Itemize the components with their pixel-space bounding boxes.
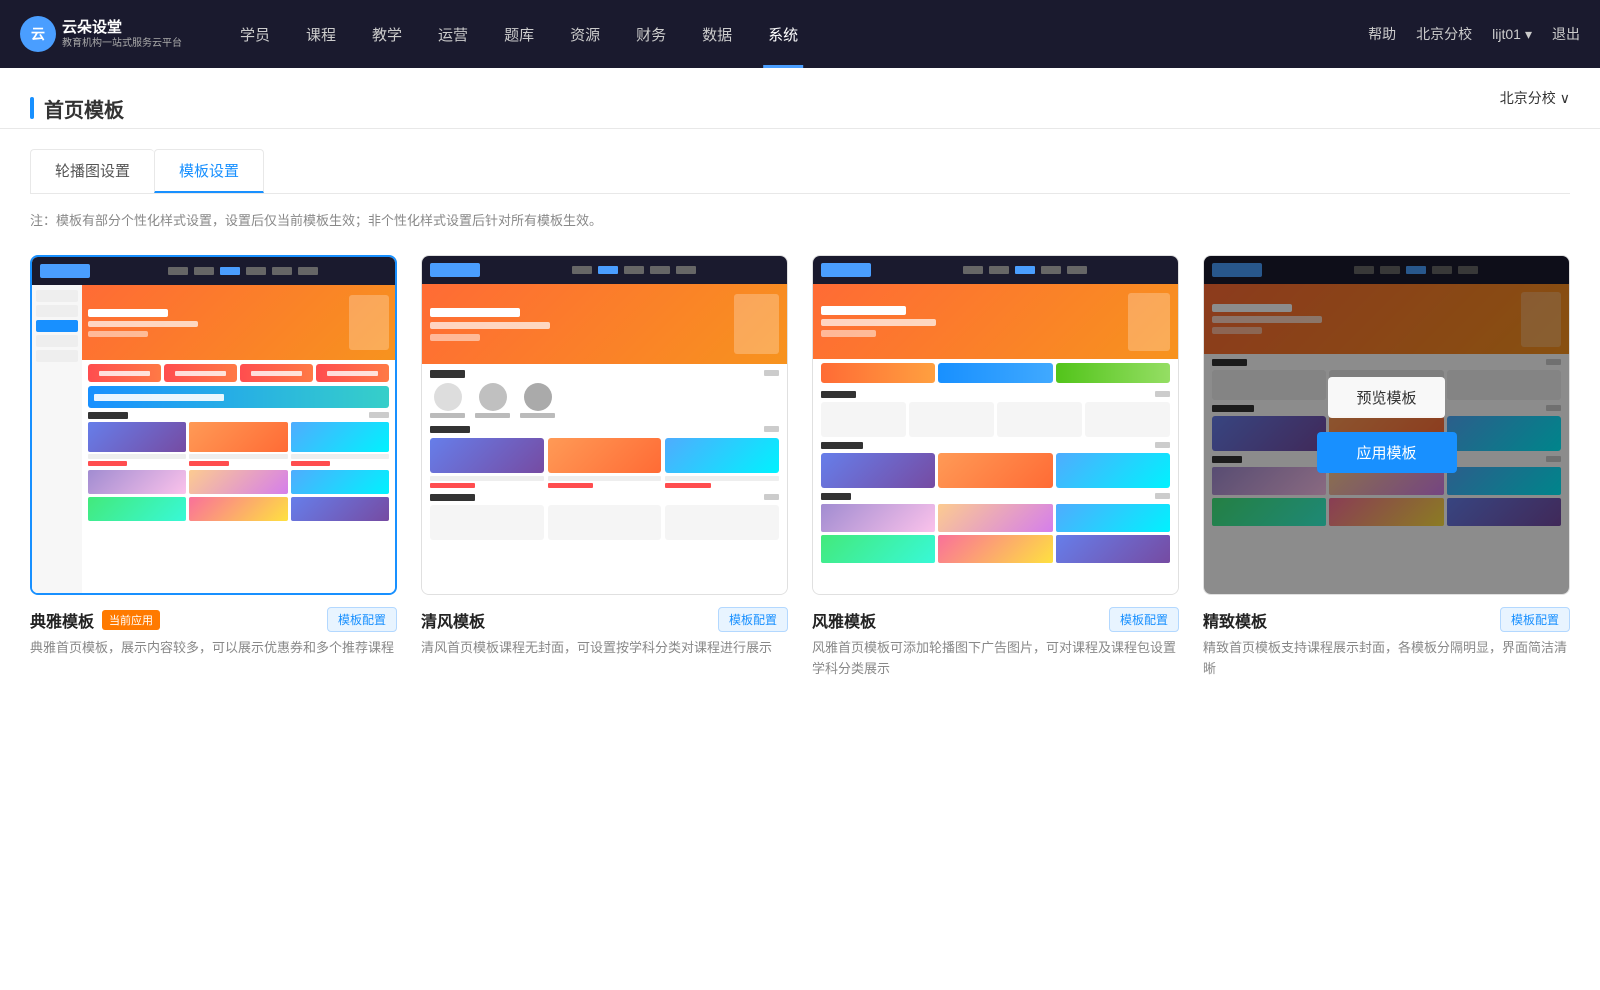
nav-item-teaching[interactable]: 教学 bbox=[354, 0, 420, 68]
nav-item-resources[interactable]: 资源 bbox=[552, 0, 618, 68]
badge-config-graceful[interactable]: 模板配置 bbox=[1109, 607, 1179, 632]
card-preview-graceful[interactable]: 预览模板 应用模板 bbox=[812, 255, 1179, 595]
nav-item-operations[interactable]: 运营 bbox=[420, 0, 486, 68]
card-title-row-exquisite: 精致模板 模板配置 bbox=[1203, 607, 1570, 632]
nav-item-students[interactable]: 学员 bbox=[222, 0, 288, 68]
card-desc-elegant: 典雅首页模板，展示内容较多，可以展示优惠券和多个推荐课程 bbox=[30, 638, 397, 659]
card-desc-graceful: 风雅首页模板可添加轮播图下广告图片，可对课程及课程包设置学科分类展示 bbox=[812, 638, 1179, 680]
nav-user[interactable]: lijt01 ▾ bbox=[1492, 26, 1532, 43]
chevron-down-icon: ∨ bbox=[1560, 90, 1570, 107]
card-title-row-graceful: 风雅模板 模板配置 bbox=[812, 607, 1179, 632]
nav-right: 帮助 北京分校 lijt01 ▾ 退出 bbox=[1368, 24, 1580, 44]
page-school-selector[interactable]: 北京分校 ∨ bbox=[1500, 88, 1570, 128]
card-desc-clean: 清风首页模板课程无封面，可设置按学科分类对课程进行展示 bbox=[421, 638, 788, 659]
page-title-bar bbox=[30, 97, 34, 119]
page-container: 首页模板 北京分校 ∨ 轮播图设置 模板设置 注：模板有部分个性化样式设置，设置… bbox=[0, 68, 1600, 990]
nav-item-system[interactable]: 系统 bbox=[750, 0, 816, 68]
badge-config-exquisite[interactable]: 模板配置 bbox=[1500, 607, 1570, 632]
nav-item-finance[interactable]: 财务 bbox=[618, 0, 684, 68]
nav-item-courses[interactable]: 课程 bbox=[288, 0, 354, 68]
card-name-graceful: 风雅模板 bbox=[812, 608, 876, 632]
tab-template[interactable]: 模板设置 bbox=[154, 149, 264, 193]
nav-menu: 学员 课程 教学 运营 题库 资源 财务 数据 系统 bbox=[222, 0, 1368, 68]
template-card-elegant[interactable]: 预览模板 应用模板 典雅模板 当前应用 模板配置 典雅首页模板，展示内容较多，可… bbox=[30, 255, 397, 684]
preview-button-exquisite[interactable]: 预览模板 bbox=[1328, 377, 1444, 418]
templates-grid: 预览模板 应用模板 典雅模板 当前应用 模板配置 典雅首页模板，展示内容较多，可… bbox=[0, 245, 1600, 724]
page-header: 首页模板 北京分校 ∨ bbox=[0, 68, 1600, 129]
nav-logout[interactable]: 退出 bbox=[1552, 24, 1580, 44]
nav-help[interactable]: 帮助 bbox=[1368, 24, 1396, 44]
template-card-graceful[interactable]: 预览模板 应用模板 风雅模板 模板配置 风雅首页模板可添加轮播图下广告图片，可对… bbox=[812, 255, 1179, 684]
nav-logo[interactable]: 云 云朵设堂 教育机构一站式服务云平台 bbox=[20, 16, 182, 52]
logo-icon: 云 bbox=[20, 16, 56, 52]
card-name-exquisite: 精致模板 bbox=[1203, 608, 1267, 632]
logo-text: 云朵设堂 教育机构一站式服务云平台 bbox=[62, 18, 182, 51]
badge-config-elegant[interactable]: 模板配置 bbox=[327, 607, 397, 632]
card-name-elegant: 典雅模板 bbox=[30, 608, 94, 632]
page-title: 首页模板 bbox=[44, 94, 124, 123]
card-footer-exquisite: 精致模板 模板配置 精致首页模板支持课程展示封面，各模板分隔明显，界面简洁清晰 bbox=[1203, 595, 1570, 684]
nav-item-data[interactable]: 数据 bbox=[684, 0, 750, 68]
card-preview-exquisite[interactable]: 预览模板 应用模板 bbox=[1203, 255, 1570, 595]
nav-school[interactable]: 北京分校 bbox=[1416, 24, 1472, 44]
tabs-container: 轮播图设置 模板设置 bbox=[0, 129, 1600, 193]
card-preview-clean[interactable]: 预览模板 应用模板 bbox=[421, 255, 788, 595]
page-title-wrap: 首页模板 bbox=[30, 94, 124, 123]
navbar: 云 云朵设堂 教育机构一站式服务云平台 学员 课程 教学 运营 题库 资源 财务… bbox=[0, 0, 1600, 68]
card-title-row-elegant: 典雅模板 当前应用 模板配置 bbox=[30, 607, 397, 632]
template-card-exquisite[interactable]: 预览模板 应用模板 精致模板 模板配置 精致首页模板支持课程展示封面，各模板分隔… bbox=[1203, 255, 1570, 684]
card-footer-elegant: 典雅模板 当前应用 模板配置 典雅首页模板，展示内容较多，可以展示优惠券和多个推… bbox=[30, 595, 397, 663]
badge-config-clean[interactable]: 模板配置 bbox=[718, 607, 788, 632]
nav-item-questions[interactable]: 题库 bbox=[486, 0, 552, 68]
card-preview-elegant[interactable]: 预览模板 应用模板 bbox=[30, 255, 397, 595]
template-card-clean[interactable]: 预览模板 应用模板 清风模板 模板配置 清风首页模板课程无封面，可设置按学科分类… bbox=[421, 255, 788, 684]
tab-carousel[interactable]: 轮播图设置 bbox=[30, 149, 154, 193]
badge-current-elegant: 当前应用 bbox=[102, 610, 160, 630]
note-text: 注：模板有部分个性化样式设置，设置后仅当前模板生效；非个性化样式设置后针对所有模… bbox=[0, 194, 1600, 245]
card-desc-exquisite: 精致首页模板支持课程展示封面，各模板分隔明显，界面简洁清晰 bbox=[1203, 638, 1570, 680]
apply-button-exquisite[interactable]: 应用模板 bbox=[1317, 432, 1457, 473]
card-footer-graceful: 风雅模板 模板配置 风雅首页模板可添加轮播图下广告图片，可对课程及课程包设置学科… bbox=[812, 595, 1179, 684]
card-footer-clean: 清风模板 模板配置 清风首页模板课程无封面，可设置按学科分类对课程进行展示 bbox=[421, 595, 788, 663]
card-name-clean: 清风模板 bbox=[421, 608, 485, 632]
card-overlay-exquisite: 预览模板 应用模板 bbox=[1204, 256, 1569, 594]
card-title-row-clean: 清风模板 模板配置 bbox=[421, 607, 788, 632]
